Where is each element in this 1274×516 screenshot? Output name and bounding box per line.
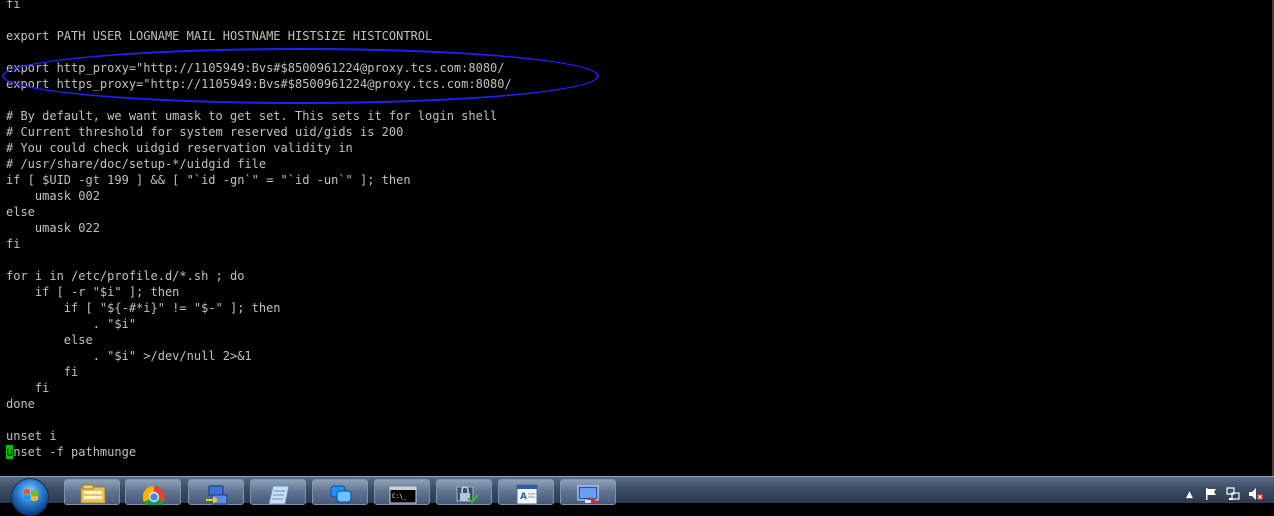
terminal-line: unset i (6, 429, 57, 443)
terminal-line: # Current threshold for system reserved … (6, 125, 404, 139)
terminal-line: if [ $UID -gt 199 ] && [ "`id -gn`" = "`… (6, 173, 411, 187)
terminal-line: export PATH USER LOGNAME MAIL HOSTNAME H… (6, 29, 433, 43)
terminal-line: export https_proxy="http://1105949:Bvs#$… (6, 77, 512, 91)
terminal-line: else (6, 333, 93, 347)
start-button[interactable] (11, 478, 49, 516)
terminal-window[interactable]: fi export PATH USER LOGNAME MAIL HOSTNAME… (0, 0, 1274, 476)
terminal-line: fi (6, 237, 21, 251)
terminal-line: fi (6, 381, 50, 395)
terminal-line: unset -f pathmunge (6, 444, 512, 460)
security-lock-icon (456, 486, 479, 504)
taskbar-network-button[interactable] (188, 479, 244, 505)
terminal-line: for i in /etc/profile.d/*.sh ; do (6, 269, 245, 283)
volume-muted-icon[interactable] (1248, 487, 1264, 501)
terminal-line: . "$i" >/dev/null 2>&1 (6, 349, 252, 363)
terminal-line-text: nset -f pathmunge (13, 445, 137, 459)
system-tray: ▲ (1174, 477, 1274, 504)
terminal-line: fi (6, 0, 21, 11)
taskbar-document-button[interactable]: A (498, 479, 554, 505)
chrome-icon (142, 485, 165, 505)
terminal-line: fi (6, 365, 79, 379)
terminal-line: # By default, we want umask to get set. … (6, 109, 498, 123)
network-transfer-icon (206, 485, 228, 505)
windows-explorer-icon (80, 484, 106, 504)
taskbar-notepad-button[interactable] (250, 479, 306, 505)
terminal-text: fi export PATH USER LOGNAME MAIL HOSTNAME… (6, 0, 512, 460)
terminal-line: if [ "${-#*i}" != "$-" ]; then (6, 301, 281, 315)
taskbar-command-prompt-button[interactable]: C:\_ (374, 479, 430, 505)
taskbar-remote-desktop-button[interactable] (560, 479, 616, 505)
terminal-line: umask 022 (6, 221, 100, 235)
notepad-icon (268, 485, 290, 505)
command-prompt-icon: C:\_ (389, 486, 417, 504)
terminal-line: umask 002 (6, 189, 100, 203)
terminal-line: export http_proxy="http://1105949:Bvs#$8… (6, 61, 505, 75)
document-viewer-icon: A (516, 484, 538, 505)
terminal-line: # /usr/share/doc/setup-*/uidgid file (6, 157, 267, 171)
windows-logo-icon (24, 489, 38, 501)
chat-icon (330, 485, 352, 503)
svg-text:A: A (520, 492, 527, 502)
terminal-line: else (6, 205, 35, 219)
svg-text:C:\_: C:\_ (392, 493, 407, 500)
remote-desktop-icon (577, 485, 601, 503)
taskbar: C:\_ A ▲ (0, 476, 1274, 516)
network-icon[interactable] (1226, 487, 1240, 501)
taskbar-explorer-button[interactable] (64, 479, 120, 505)
taskbar-chrome-button[interactable] (125, 479, 181, 505)
taskbar-security-button[interactable] (436, 479, 492, 505)
terminal-line: # You could check uidgid reservation val… (6, 141, 353, 155)
terminal-line: done (6, 397, 35, 411)
terminal-line: . "$i" (6, 317, 137, 331)
show-hidden-icons-arrow[interactable]: ▲ (1186, 488, 1193, 502)
taskbar-chat-button[interactable] (312, 479, 368, 505)
terminal-line: if [ -r "$i" ]; then (6, 285, 180, 299)
action-center-flag-icon[interactable] (1204, 487, 1218, 501)
